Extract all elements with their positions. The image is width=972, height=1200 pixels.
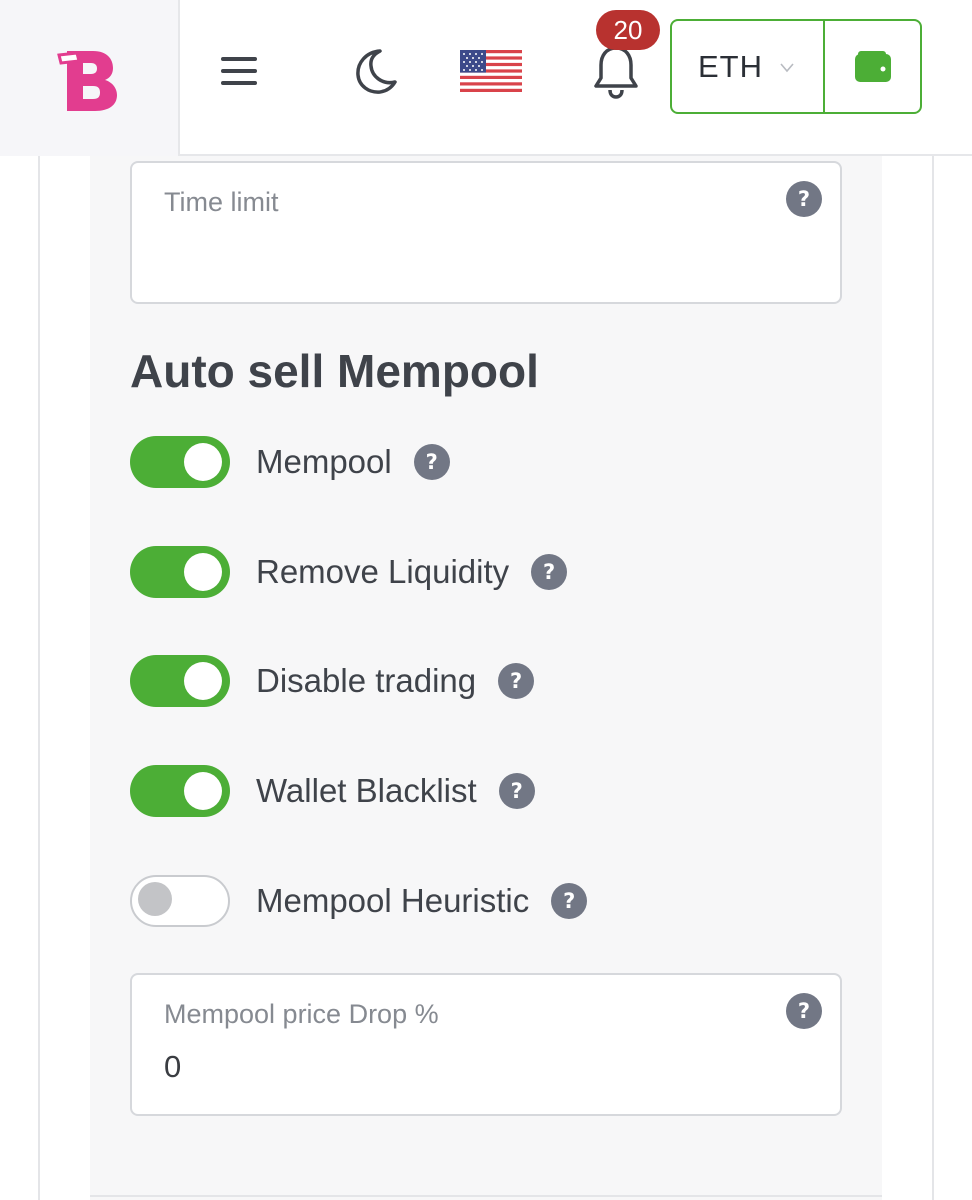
mempool-label: Mempool xyxy=(256,443,392,480)
mempool-price-drop-field[interactable]: Mempool price Drop % 0 ? xyxy=(130,973,842,1116)
wallet-button[interactable] xyxy=(825,21,920,112)
notifications-button[interactable] xyxy=(590,42,642,100)
mempool-price-drop-help-icon[interactable]: ? xyxy=(786,993,822,1029)
brand-logo[interactable] xyxy=(0,0,180,156)
chevron-down-icon xyxy=(780,62,794,72)
disable-trading-toggle[interactable] xyxy=(130,655,230,707)
panel-divider xyxy=(90,1195,882,1197)
mempool-help-icon[interactable]: ? xyxy=(413,444,450,480)
theme-toggle-button[interactable] xyxy=(350,46,400,96)
section-title: Auto sell Mempool xyxy=(130,345,539,397)
top-navigation-bar: 20 ETH xyxy=(0,0,972,156)
menu-toggle-button[interactable] xyxy=(218,50,260,92)
toggle-knob xyxy=(184,553,222,591)
bell-icon xyxy=(594,42,638,99)
hamburger-menu-icon xyxy=(221,57,257,85)
remove-liquidity-toggle[interactable] xyxy=(130,546,230,598)
wallet-icon xyxy=(854,50,891,82)
language-selector[interactable] xyxy=(460,50,522,92)
network-select[interactable]: ETH xyxy=(672,21,825,112)
disable-trading-help-icon[interactable]: ? xyxy=(498,663,535,699)
wallet-blacklist-toggle[interactable] xyxy=(130,765,230,817)
time-limit-help-icon[interactable]: ? xyxy=(786,181,822,217)
toggle-knob xyxy=(184,662,222,700)
toggle-row-remove-liquidity: Remove Liquidity ? xyxy=(130,546,568,598)
network-select-value: ETH xyxy=(698,48,763,84)
toggle-row-mempool: Mempool ? xyxy=(130,436,450,488)
us-flag-icon xyxy=(460,50,522,92)
mempool-heuristic-toggle[interactable] xyxy=(130,875,230,927)
mempool-price-drop-value[interactable]: 0 xyxy=(164,1049,181,1085)
remove-liquidity-label: Remove Liquidity xyxy=(256,553,510,590)
remove-liquidity-help-icon[interactable]: ? xyxy=(531,554,568,590)
toggle-knob xyxy=(184,443,222,481)
mempool-price-drop-label: Mempool price Drop % xyxy=(164,999,439,1029)
content-border-right xyxy=(932,156,934,1200)
wallet-controls: ETH xyxy=(670,19,922,114)
disable-trading-label: Disable trading xyxy=(256,662,477,699)
content-border-left xyxy=(38,156,40,1200)
toggle-row-disable-trading: Disable trading ? xyxy=(130,655,535,707)
time-limit-field[interactable]: Time limit ? xyxy=(130,161,842,304)
mempool-toggle[interactable] xyxy=(130,436,230,488)
mempool-heuristic-label: Mempool Heuristic xyxy=(256,882,530,919)
moon-icon xyxy=(356,49,397,94)
wallet-blacklist-label: Wallet Blacklist xyxy=(256,772,477,809)
toggle-knob xyxy=(138,882,172,916)
toggle-row-mempool-heuristic: Mempool Heuristic ? xyxy=(130,875,588,927)
toggle-row-wallet-blacklist: Wallet Blacklist ? xyxy=(130,765,535,817)
brand-b-logo-icon xyxy=(57,51,117,111)
mempool-heuristic-help-icon[interactable]: ? xyxy=(551,883,588,919)
wallet-blacklist-help-icon[interactable]: ? xyxy=(498,773,535,809)
toggle-knob xyxy=(184,772,222,810)
notification-count-badge: 20 xyxy=(596,10,660,50)
time-limit-label: Time limit xyxy=(164,187,279,217)
